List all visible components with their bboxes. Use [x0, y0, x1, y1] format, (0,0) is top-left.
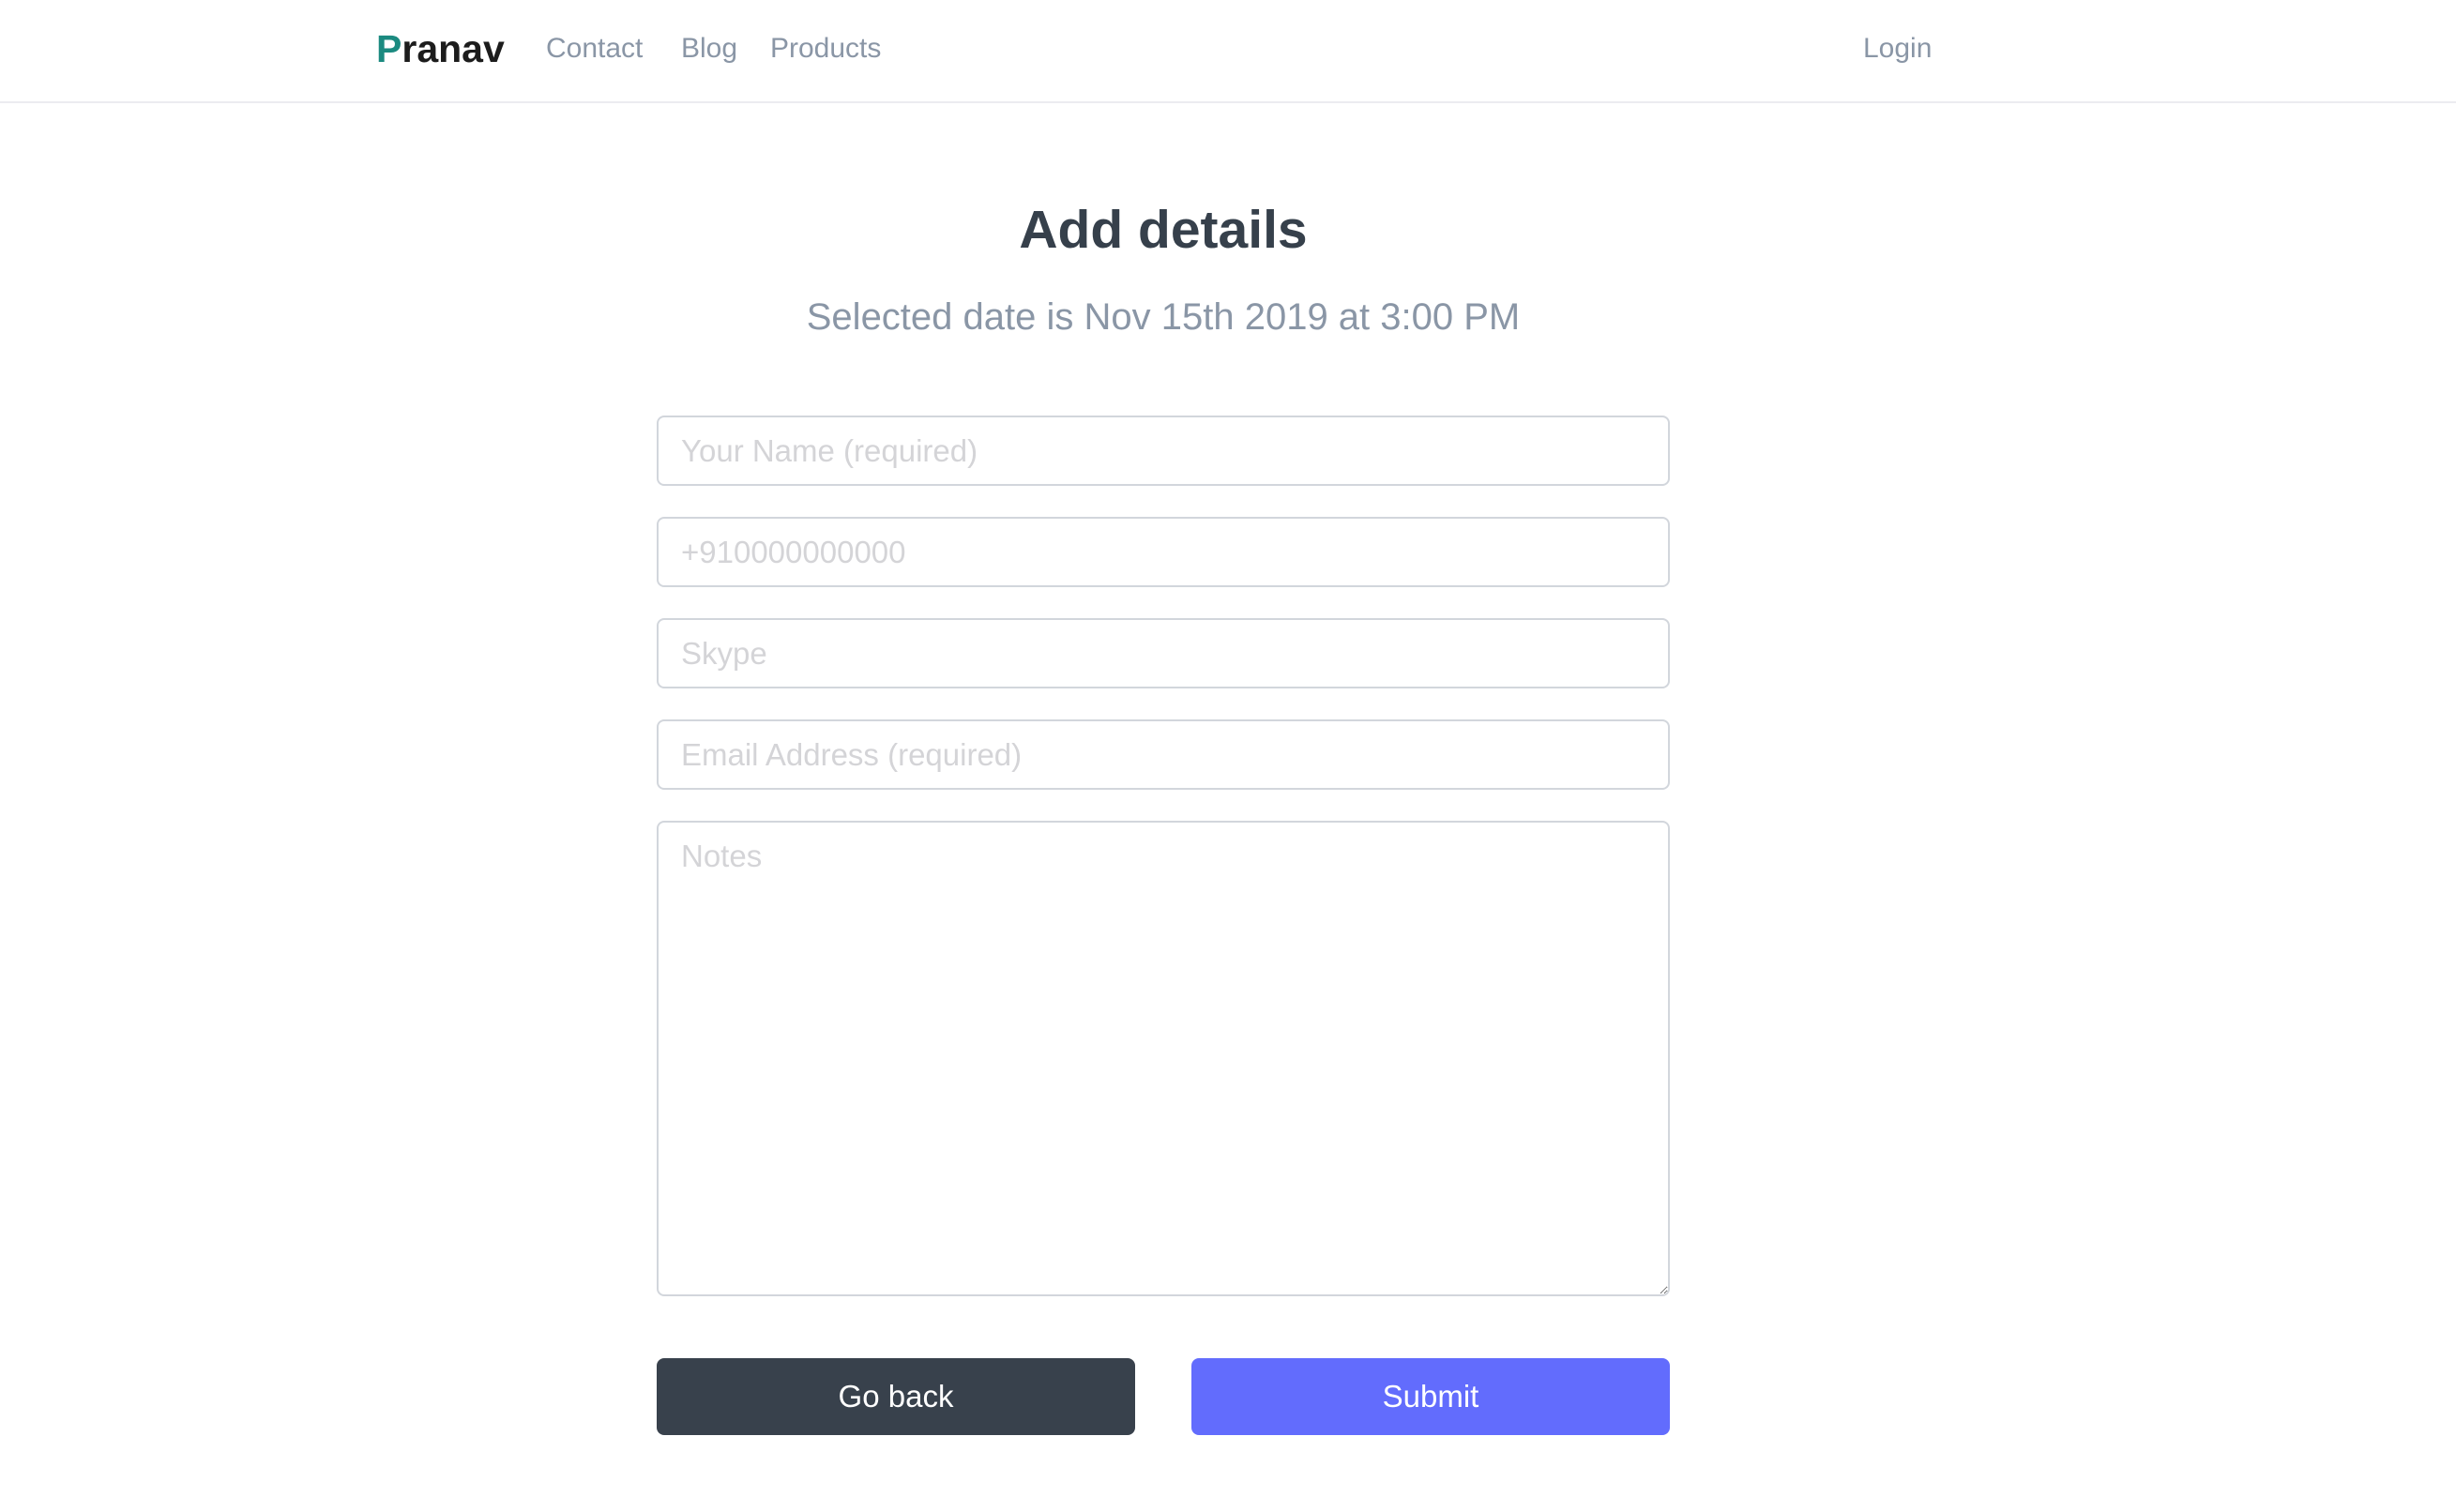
brand-name-rest: ranav — [402, 27, 505, 70]
brand-initial: P — [376, 27, 402, 70]
phone-input[interactable] — [657, 517, 1670, 587]
notes-textarea[interactable] — [657, 821, 1670, 1296]
email-input[interactable] — [657, 719, 1670, 790]
submit-button[interactable]: Submit — [1191, 1358, 1670, 1435]
skype-input[interactable] — [657, 618, 1670, 688]
page-title: Add details — [1019, 200, 1308, 260]
top-navbar: Pranav Contact Blog Products Login — [0, 0, 2456, 103]
login-link[interactable]: Login — [1863, 32, 1932, 66]
brand-logo[interactable]: Pranav — [376, 26, 505, 71]
nav-link-products[interactable]: Products — [770, 32, 881, 66]
nav-link-blog[interactable]: Blog — [681, 32, 737, 66]
nav-link-contact[interactable]: Contact — [546, 32, 643, 66]
go-back-button[interactable]: Go back — [657, 1358, 1135, 1435]
selected-date-text: Selected date is Nov 15th 2019 at 3:00 P… — [806, 296, 1521, 338]
name-input[interactable] — [657, 416, 1670, 486]
